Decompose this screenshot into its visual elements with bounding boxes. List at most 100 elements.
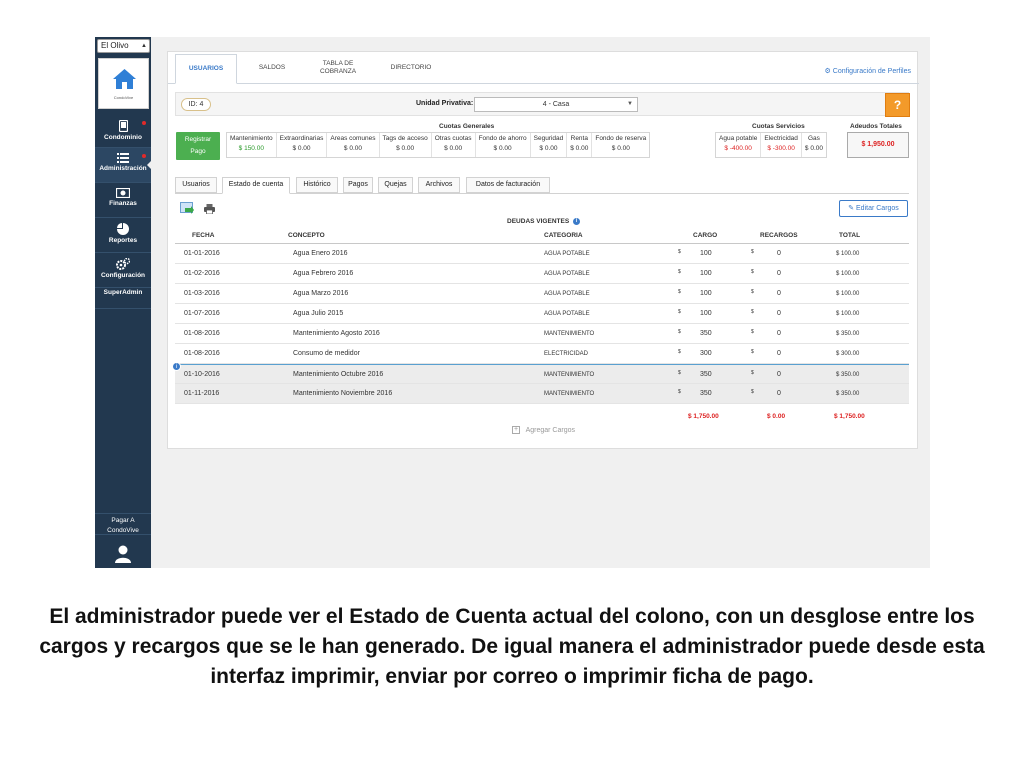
currency-symbol: $	[678, 370, 681, 376]
cell-recargos: 0	[777, 330, 781, 337]
table-row[interactable]: 01-02-2016 Agua Febrero 2016 AGUA POTABL…	[175, 264, 909, 284]
subtab-historico[interactable]: Histórico	[296, 177, 338, 193]
table-row[interactable]: 01-01-2016 Agua Enero 2016 AGUA POTABLE …	[175, 244, 909, 264]
cell-concepto: Agua Enero 2016	[293, 250, 348, 257]
info-icon[interactable]: i	[172, 362, 181, 371]
currency-symbol: $	[678, 389, 681, 395]
user-icon[interactable]	[115, 545, 131, 563]
debts-title-label: DEUDAS VIGENTES	[507, 218, 570, 226]
register-payment-button[interactable]: Registrar Pago	[176, 132, 220, 160]
service-fees-title: Cuotas Servicios	[752, 123, 805, 130]
fee-label: Fondo de ahorro	[478, 135, 527, 142]
subtab-datos-facturacion[interactable]: Datos de facturación	[466, 177, 550, 193]
cell-total: $ 350.00	[836, 372, 860, 378]
tab-tabla-cobranza[interactable]: TABLA DE COBRANZA	[308, 54, 368, 82]
pay-condovive-button[interactable]: Pagar A CondoVive	[95, 513, 151, 535]
table-row[interactable]: 01-10-2016 Mantenimiento Octubre 2016 MA…	[175, 364, 909, 384]
currency-symbol: $	[751, 309, 754, 315]
tab-divider	[168, 83, 919, 84]
fee-otras-cuotas: Otras cuotas $ 0.00	[432, 133, 476, 157]
info-icon[interactable]: i	[572, 218, 580, 225]
col-header-recargos: RECARGOS	[760, 232, 798, 239]
subtab-usuarios[interactable]: Usuarios	[175, 177, 217, 193]
send-email-icon[interactable]	[180, 202, 194, 216]
sidebar-item-configuracion[interactable]: Configuración	[95, 253, 151, 287]
cell-fecha: 01-02-2016	[184, 270, 220, 277]
cell-categoria: AGUA POTABLE	[544, 271, 590, 277]
table-row[interactable]: 01-11-2016 Mantenimiento Noviembre 2016 …	[175, 384, 909, 404]
fee-electricidad: Electricidad $ -300.00	[761, 133, 802, 157]
currency-symbol: $	[678, 269, 681, 275]
fee-value: $ 0.00	[444, 145, 463, 152]
cell-cargo: 300	[700, 350, 712, 357]
divider	[95, 287, 151, 288]
unit-label: Unidad Privativa:	[416, 100, 474, 107]
subtab-quejas[interactable]: Quejas	[378, 177, 413, 193]
fee-agua-potable: Agua potable $ -400.00	[716, 133, 762, 157]
help-button[interactable]: ?	[885, 93, 910, 117]
edit-charges-button[interactable]: ✎ Editar Cargos	[839, 200, 908, 217]
cell-fecha: 01-01-2016	[184, 250, 220, 257]
cell-concepto: Mantenimiento Noviembre 2016	[293, 390, 393, 397]
table-row[interactable]: 01-03-2016 Agua Marzo 2016 AGUA POTABLE …	[175, 284, 909, 304]
sidebar-item-label: Administración	[99, 165, 147, 172]
general-fees-group: Mantenimiento $ 150.00 Extraordinarias $ 0…	[226, 132, 651, 158]
sidebar-item-finanzas[interactable]: Finanzas	[95, 183, 151, 217]
table-row[interactable]: 01-08-2016 Consumo de medidor ELECTRICID…	[175, 344, 909, 364]
currency-symbol: $	[678, 289, 681, 295]
unit-select[interactable]: 4 - Casa ▼	[474, 97, 638, 112]
table-row[interactable]: 01-08-2016 Mantenimiento Agosto 2016 MAN…	[175, 324, 909, 344]
logo-text: CondoVive	[113, 95, 134, 100]
total-owed-title: Adeudos Totales	[850, 123, 902, 130]
fee-renta: Renta $ 0.00	[567, 133, 593, 157]
fee-areas-comunes: Areas comunes $ 0.00	[327, 133, 380, 157]
tab-usuarios[interactable]: USUARIOS	[175, 54, 237, 84]
notification-dot	[142, 121, 146, 125]
col-header-total: TOTAL	[839, 232, 861, 239]
slide-caption: El administrador puede ver el Estado de …	[39, 605, 985, 688]
fee-value: $ 0.00	[804, 145, 823, 152]
currency-symbol: $	[678, 349, 681, 355]
config-profiles-link[interactable]: ⚙ Configuración de Perfiles	[825, 67, 911, 75]
cell-categoria: MANTENIMIENTO	[544, 331, 595, 337]
gear-icon: ⚙	[824, 68, 831, 75]
id-badge: ID: 4	[181, 98, 211, 111]
cell-concepto: Agua Marzo 2016	[293, 290, 349, 297]
table-row[interactable]: 01-07-2016 Agua Julio 2015 AGUA POTABLE …	[175, 304, 909, 324]
fee-label: Gas	[808, 135, 820, 142]
cell-total: $ 100.00	[836, 311, 860, 317]
unit-bar: ID: 4 Unidad Privativa: 4 - Casa ▼ ?	[175, 92, 910, 117]
fee-value: $ 0.00	[493, 145, 512, 152]
fee-fondo-ahorro: Fondo de ahorro $ 0.00	[476, 133, 531, 157]
debts-title: DEUDAS VIGENTES i	[168, 218, 919, 225]
sidebar-item-reportes[interactable]: Reportes	[95, 218, 151, 252]
cell-total: $ 300.00	[836, 351, 860, 357]
cell-total: $ 350.00	[836, 331, 860, 337]
currency-symbol: $	[678, 309, 681, 315]
currency-symbol: $	[751, 289, 754, 295]
fee-extraordinarias: Extraordinarias $ 0.00	[277, 133, 328, 157]
total-recargos: $ 0.00	[767, 413, 786, 420]
tab-directorio[interactable]: DIRECTORIO	[380, 54, 442, 82]
cell-total: $ 100.00	[836, 271, 860, 277]
building-select[interactable]: El Olivo ▲	[97, 39, 150, 53]
total-cargo: $ 1,750.00	[688, 413, 719, 420]
cell-recargos: 0	[777, 371, 781, 378]
sidebar-item-administracion[interactable]: Administración	[95, 148, 152, 182]
subtab-estado-de-cuenta[interactable]: Estado de cuenta	[222, 177, 290, 194]
sidebar-item-superadmin[interactable]: SuperAdmin	[95, 289, 151, 296]
subtab-archivos[interactable]: Archivos	[418, 177, 460, 193]
subtab-pagos[interactable]: Pagos	[343, 177, 373, 193]
service-fees-group: Agua potable $ -400.00 Electricidad $ -300…	[715, 132, 827, 158]
tab-saldos[interactable]: SALDOS	[246, 54, 298, 82]
fee-label: Electricidad	[764, 135, 798, 142]
cell-categoria: MANTENIMIENTO	[544, 391, 595, 397]
fee-value: $ -300.00	[767, 145, 795, 152]
print-icon[interactable]	[204, 204, 215, 214]
condovive-logo[interactable]: CondoVive	[98, 58, 149, 109]
fee-fondo-reserva: Fondo de reserva $ 0.00	[592, 133, 649, 157]
building-select-value: El Olivo	[101, 41, 129, 50]
add-charges-button[interactable]: + Agregar Cargos	[168, 426, 919, 434]
col-header-cargo: CARGO	[693, 232, 718, 239]
sidebar-item-condominio[interactable]: Condominio	[95, 115, 151, 149]
